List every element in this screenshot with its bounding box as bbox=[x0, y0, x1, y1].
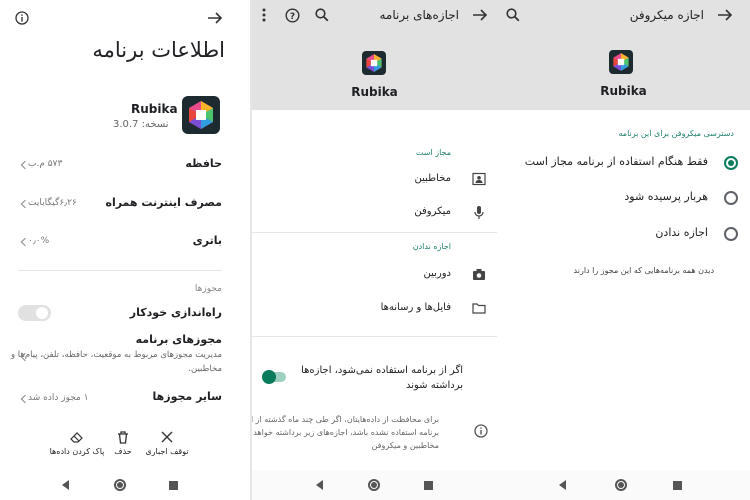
microphone-icon bbox=[471, 204, 487, 220]
recents-nav-icon[interactable] bbox=[424, 481, 433, 490]
force-stop-button[interactable]: توقف اجباری bbox=[142, 430, 192, 462]
other-permissions-value: ۱ مجوز داده شد bbox=[28, 393, 89, 403]
option-label: فقط هنگام استفاده از برنامه مجاز است bbox=[524, 155, 708, 168]
back-nav-icon[interactable] bbox=[316, 480, 323, 490]
divider bbox=[252, 336, 497, 337]
more-vert-icon[interactable] bbox=[258, 7, 270, 23]
denied-section-header: اجازه ندادن bbox=[412, 242, 451, 251]
app-name: Rubika bbox=[131, 102, 178, 116]
info-text-2: برنامه استفاده نشده باشد، اجازه‌های زیر … bbox=[252, 428, 439, 437]
option-label: اجازه ندادن bbox=[655, 226, 708, 239]
info-icon[interactable] bbox=[14, 10, 30, 26]
storage-label: حافظه bbox=[185, 157, 222, 170]
contacts-icon bbox=[471, 171, 487, 187]
rubika-app-icon bbox=[182, 96, 220, 134]
back-nav-icon[interactable] bbox=[62, 480, 69, 490]
radio-button[interactable] bbox=[724, 156, 738, 170]
app-info-screen: اطلاعات برنامه Rubika نسخه: 3.0.7 حافظه … bbox=[0, 0, 250, 500]
back-arrow-icon[interactable] bbox=[206, 9, 224, 27]
section-label: دسترسی میکروفن برای این برنامه bbox=[618, 129, 735, 138]
delete-button[interactable]: حذف bbox=[106, 430, 140, 462]
auto-remove-toggle[interactable] bbox=[262, 370, 286, 384]
close-icon bbox=[160, 430, 174, 444]
rubika-app-icon bbox=[362, 51, 386, 75]
divider bbox=[18, 270, 222, 271]
app-permissions-title: مجوزهای برنامه bbox=[135, 333, 222, 346]
mobile-data-label: مصرف اینترنت همراه bbox=[105, 196, 222, 209]
divider bbox=[252, 232, 497, 233]
allowed-section-header: مجاز است bbox=[415, 148, 451, 157]
search-icon[interactable] bbox=[505, 7, 521, 23]
permission-label: دوربین bbox=[423, 268, 451, 279]
clear-data-button[interactable]: پاک کردن داده‌ها bbox=[48, 430, 106, 462]
camera-icon bbox=[471, 266, 487, 282]
home-nav-icon[interactable] bbox=[368, 479, 380, 491]
svg-text:?: ? bbox=[289, 12, 294, 22]
home-nav-icon[interactable] bbox=[615, 479, 627, 491]
force-stop-label: توقف اجباری bbox=[145, 447, 189, 456]
app-name: Rubika bbox=[351, 85, 398, 99]
other-permissions-label: سایر مجوزها bbox=[152, 390, 222, 403]
clear-data-label: پاک کردن داده‌ها bbox=[49, 447, 105, 456]
app-permissions-screen: ? اجازه‌های برنامه Rubika مجاز است مخاطب… bbox=[252, 0, 497, 500]
auto-remove-label-2: برداشته شوند bbox=[405, 380, 463, 391]
permission-label: میکروفن bbox=[414, 206, 451, 217]
page-title: اجازه‌های برنامه bbox=[379, 8, 460, 22]
radio-button[interactable] bbox=[724, 191, 738, 205]
mobile-data-value: ۶٫۲۶گیگابایت bbox=[28, 198, 77, 208]
rubika-app-icon bbox=[609, 50, 633, 74]
info-icon bbox=[473, 423, 489, 439]
autostart-label: راه‌اندازی خودکار bbox=[129, 306, 222, 319]
trash-icon bbox=[116, 430, 130, 444]
permission-label: فایل‌ها و رسانه‌ها bbox=[380, 302, 451, 313]
app-permissions-desc: مدیریت مجوزهای مربوط به موقعیت، حافظه، ت… bbox=[10, 350, 222, 360]
microphone-permission-screen: اجازه میکروفن Rubika دسترسی میکروفن برای… bbox=[497, 0, 750, 500]
info-text: برای محافظت از داده‌هایتان، اگر طی چند م… bbox=[252, 415, 439, 424]
search-icon[interactable] bbox=[314, 7, 330, 23]
eraser-icon bbox=[69, 430, 83, 444]
page-title: اجازه میکروفن bbox=[629, 8, 704, 22]
nav-bar bbox=[0, 470, 250, 500]
recents-nav-icon[interactable] bbox=[169, 481, 178, 490]
storage-value: ۵۷۳ م.ب bbox=[28, 159, 63, 169]
help-icon[interactable]: ? bbox=[284, 7, 300, 23]
delete-label: حذف bbox=[114, 447, 132, 456]
folder-icon bbox=[471, 300, 487, 316]
battery-label: باتری bbox=[192, 234, 222, 247]
battery-value: ۰٫۰% bbox=[28, 236, 50, 246]
permission-label: مخاطبین bbox=[414, 173, 451, 184]
see-all-apps-link[interactable]: دیدن همه برنامه‌هایی که این مجوز را دارن… bbox=[574, 266, 714, 275]
back-arrow-icon[interactable] bbox=[716, 6, 734, 24]
app-name: Rubika bbox=[600, 84, 647, 98]
home-nav-icon[interactable] bbox=[114, 479, 126, 491]
autostart-toggle[interactable] bbox=[18, 305, 51, 321]
nav-bar bbox=[497, 470, 750, 500]
app-permissions-desc-2: مخاطبین. bbox=[188, 364, 222, 374]
page-title: اطلاعات برنامه bbox=[92, 38, 225, 62]
permissions-section-label: مجوزها bbox=[194, 284, 222, 294]
option-label: هربار پرسیده شود bbox=[624, 190, 708, 203]
back-arrow-icon[interactable] bbox=[471, 6, 489, 24]
radio-button[interactable] bbox=[724, 227, 738, 241]
info-text-3: مخاطبین و میکروفن bbox=[371, 441, 439, 450]
recents-nav-icon[interactable] bbox=[673, 481, 682, 490]
app-version: نسخه: 3.0.7 bbox=[113, 119, 169, 130]
auto-remove-label: اگر از برنامه استفاده نمی‌شود، اجازه‌ها bbox=[301, 365, 463, 376]
nav-bar bbox=[252, 470, 497, 500]
back-nav-icon[interactable] bbox=[559, 480, 566, 490]
